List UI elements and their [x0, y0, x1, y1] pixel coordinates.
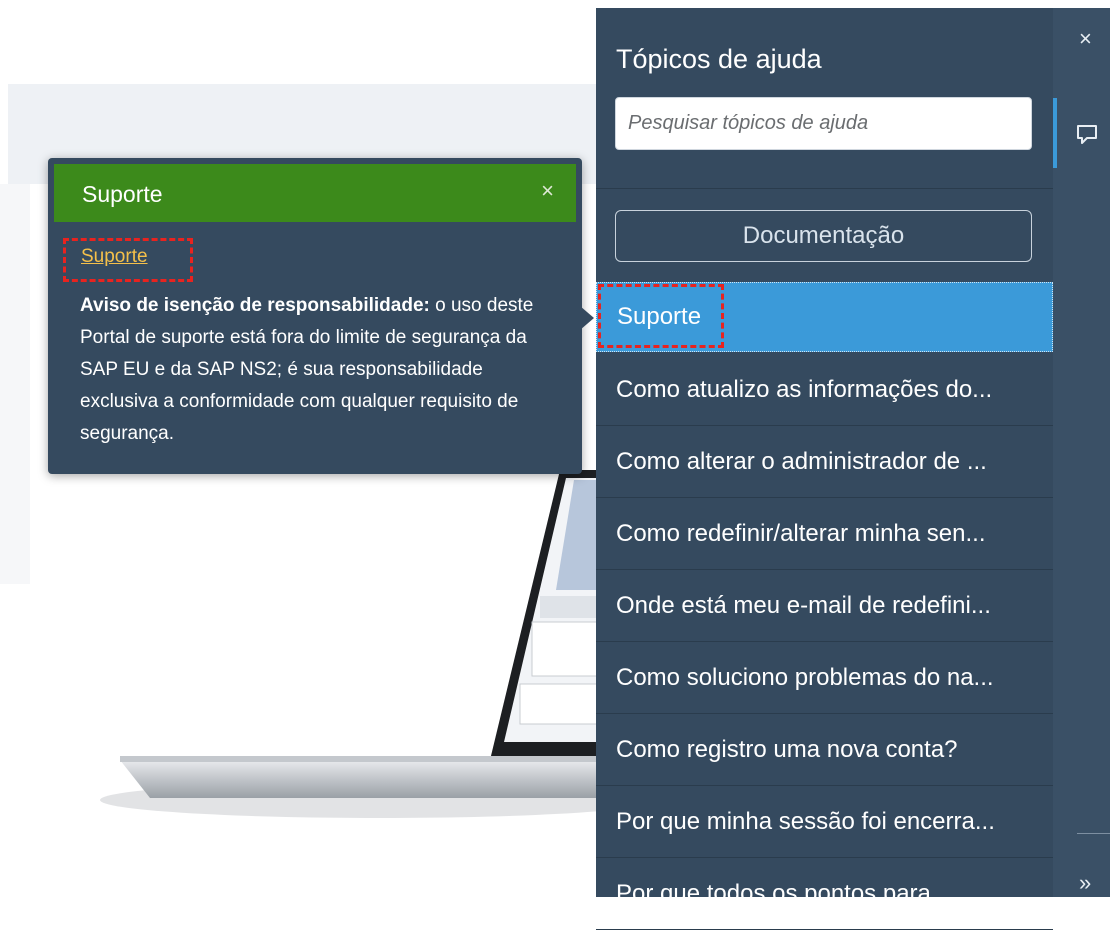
side-rail: × » [1053, 8, 1110, 897]
topic-list: Suporte Como atualizo as informações do.… [596, 282, 1053, 930]
search-input[interactable] [615, 97, 1032, 150]
highlight-box-selected-topic [598, 284, 724, 348]
active-indicator [1053, 98, 1057, 168]
topic-item[interactable]: Por que todos os pontos para... [596, 858, 1053, 930]
topic-item[interactable]: Como registro uma nova conta? [596, 714, 1053, 786]
documentation-button[interactable]: Documentação [615, 210, 1032, 262]
popover-header: Suporte × [54, 164, 576, 222]
panel-title: Tópicos de ajuda [616, 44, 822, 74]
topic-item[interactable]: Como redefinir/alterar minha sen... [596, 498, 1053, 570]
topic-item[interactable]: Como atualizo as informações do... [596, 354, 1053, 426]
topic-item[interactable]: Onde está meu e-mail de redefini... [596, 570, 1053, 642]
topic-item[interactable]: Como soluciono problemas do na... [596, 642, 1053, 714]
disclaimer-body: o uso deste Portal de suporte está fora … [80, 295, 534, 444]
disclaimer-label: Aviso de isenção de responsabilidade: [80, 295, 430, 316]
help-topics-panel: Tópicos de ajuda Documentação Suporte Co… [596, 8, 1053, 930]
double-chevron-right-icon[interactable]: » [1079, 870, 1091, 896]
close-icon[interactable]: × [541, 178, 554, 204]
popover-title: Suporte [82, 181, 163, 207]
topic-item[interactable]: Por que minha sessão foi encerra... [596, 786, 1053, 858]
topic-item[interactable]: Como alterar o administrador de ... [596, 426, 1053, 498]
divider [596, 188, 1053, 189]
popover-arrow [580, 306, 594, 330]
close-icon[interactable]: × [1079, 26, 1092, 52]
chat-bubble-icon[interactable] [1075, 122, 1099, 146]
divider [1077, 833, 1110, 834]
highlight-box-popover-link [63, 238, 193, 282]
disclaimer-text: Aviso de isenção de responsabilidade: o … [80, 290, 560, 450]
